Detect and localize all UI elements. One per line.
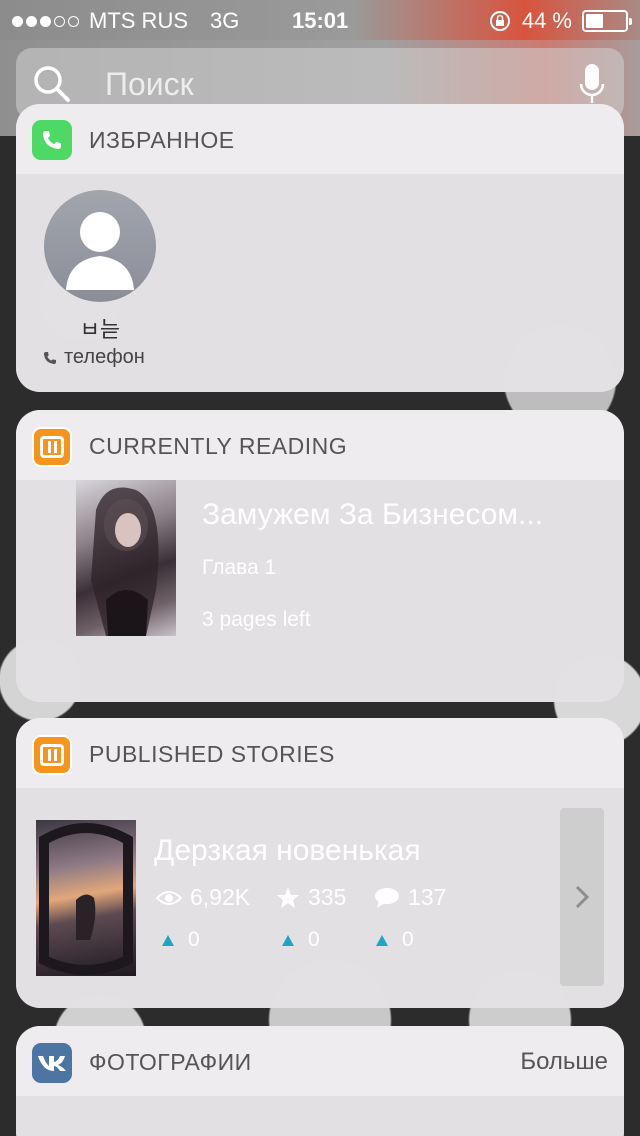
star-icon bbox=[277, 886, 299, 908]
votes-count: 335 bbox=[308, 884, 347, 910]
contact-type-label: телефон bbox=[64, 346, 145, 368]
photos-title: ФОТОГРАФИИ bbox=[89, 1049, 252, 1075]
views-stat: 6,92K bbox=[156, 884, 250, 911]
published-stories-widget: PUBLISHED STORIES Дерзкая новенькая 6,92… bbox=[16, 718, 624, 1008]
pages-left: 3 pages left bbox=[202, 608, 311, 631]
votes-stat: 335 bbox=[276, 884, 346, 911]
currently-reading-header: CURRENTLY READING bbox=[16, 410, 624, 480]
person-icon bbox=[66, 212, 134, 290]
comments-delta-value: 0 bbox=[402, 928, 414, 951]
photos-header: ФОТОГРАФИИ Больше bbox=[16, 1026, 624, 1096]
favorites-header: ИЗБРАННОЕ bbox=[16, 104, 624, 174]
eye-icon bbox=[156, 890, 182, 905]
up-arrow-icon bbox=[162, 934, 174, 946]
signal-strength-icon bbox=[12, 15, 79, 27]
favorites-widget: ИЗБРАННОЕ ㅂ늗 телефон bbox=[16, 104, 624, 392]
clock: 15:01 bbox=[292, 8, 349, 33]
up-arrow-icon bbox=[376, 934, 388, 946]
published-stories-body[interactable]: Дерзкая новенькая 6,92K 335 137 0 0 0 bbox=[16, 788, 624, 1008]
book-chapter: Глава 1 bbox=[202, 556, 277, 579]
votes-delta: 0 bbox=[282, 928, 320, 952]
currently-reading-body[interactable]: Замужем За Бизнесом... Глава 1 3 pages l… bbox=[16, 480, 624, 702]
battery-icon bbox=[582, 10, 632, 32]
story-title[interactable]: Дерзкая новенькая bbox=[154, 834, 421, 868]
book-cover-image[interactable] bbox=[76, 480, 176, 636]
rotation-lock-icon bbox=[489, 11, 510, 31]
favorites-title: ИЗБРАННОЕ bbox=[89, 127, 235, 153]
up-arrow-icon bbox=[282, 934, 294, 946]
story-cover-image[interactable] bbox=[36, 820, 136, 976]
chevron-right-icon bbox=[575, 885, 590, 909]
vk-app-icon bbox=[32, 1043, 72, 1083]
contact-avatar[interactable] bbox=[44, 190, 156, 302]
currently-reading-widget: CURRENTLY READING Замужем За Бизнесом...… bbox=[16, 410, 624, 702]
currently-reading-title: CURRENTLY READING bbox=[89, 433, 348, 459]
wattpad-app-icon bbox=[32, 427, 72, 467]
published-stories-header: PUBLISHED STORIES bbox=[16, 718, 624, 788]
wattpad-app-icon bbox=[32, 735, 72, 775]
phone-icon bbox=[44, 351, 56, 364]
comments-count: 137 bbox=[408, 884, 447, 910]
votes-delta-value: 0 bbox=[308, 928, 320, 951]
search-input[interactable]: Поиск bbox=[105, 66, 194, 103]
contact-type: телефон bbox=[42, 346, 145, 369]
battery-percent: 44 % bbox=[521, 8, 572, 33]
phone-app-icon bbox=[32, 120, 72, 160]
show-more-button[interactable]: Больше bbox=[520, 1048, 608, 1076]
status-bar: MTS RUS 3G 15:01 44 % bbox=[0, 0, 640, 40]
photos-widget: ФОТОГРАФИИ Больше bbox=[16, 1026, 624, 1136]
status-right: 44 % bbox=[488, 8, 632, 34]
comments-delta: 0 bbox=[376, 928, 414, 952]
comment-icon bbox=[375, 887, 399, 908]
network-label: 3G bbox=[210, 8, 240, 33]
search-icon bbox=[34, 66, 70, 102]
next-story-button[interactable] bbox=[560, 808, 604, 986]
views-delta: 0 bbox=[162, 928, 200, 952]
status-left: MTS RUS 3G bbox=[12, 8, 239, 34]
carrier-label: MTS RUS bbox=[89, 8, 188, 33]
views-delta-value: 0 bbox=[188, 928, 200, 951]
favorites-body: ㅂ늗 телефон bbox=[16, 174, 624, 392]
microphone-icon[interactable] bbox=[578, 62, 606, 106]
views-count: 6,92K bbox=[190, 884, 251, 910]
photos-body bbox=[16, 1096, 624, 1136]
book-title[interactable]: Замужем За Бизнесом... bbox=[202, 498, 606, 532]
contact-name[interactable]: ㅂ늗 bbox=[44, 312, 156, 344]
comments-stat: 137 bbox=[374, 884, 446, 911]
published-stories-title: PUBLISHED STORIES bbox=[89, 741, 335, 767]
